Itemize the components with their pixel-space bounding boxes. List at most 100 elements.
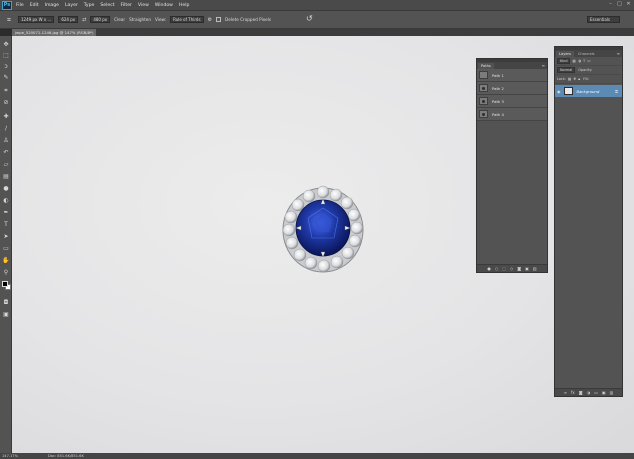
filter-adjust-icon[interactable]: ◑ xyxy=(578,59,581,63)
straighten-button[interactable]: Straighten xyxy=(129,17,151,22)
new-layer-icon[interactable]: ▣ xyxy=(602,390,606,395)
menu-bar: Ps File Edit Image Layer Type Select Fil… xyxy=(0,0,634,11)
path-thumbnail xyxy=(479,97,488,105)
tab-paths[interactable]: Paths xyxy=(478,62,494,69)
filter-type-icon[interactable]: T xyxy=(583,59,585,63)
path-item-4[interactable]: Path 4 xyxy=(477,108,547,121)
menu-help[interactable]: Help xyxy=(179,3,189,8)
make-path-icon[interactable]: ◇ xyxy=(510,266,513,271)
add-mask-icon[interactable]: ◙ xyxy=(579,390,583,395)
layer-style-icon[interactable]: fx xyxy=(571,390,575,395)
path-item-3[interactable]: Path 3 xyxy=(477,95,547,108)
move-icon[interactable]: ✥ xyxy=(1,40,11,49)
swap-icon[interactable]: ⇄ xyxy=(82,17,86,23)
status-bar: 147.17% Doc: 851.6K/851.6K xyxy=(0,453,634,459)
stamp-icon[interactable]: ♙ xyxy=(1,136,11,145)
close-button[interactable]: ✕ xyxy=(625,1,632,8)
clear-button[interactable]: Clear xyxy=(114,17,125,22)
menu-type[interactable]: Type xyxy=(84,3,95,8)
group-icon[interactable]: ▭ xyxy=(594,390,598,395)
filter-kind-dropdown[interactable]: Kind xyxy=(557,58,571,64)
foreground-color-swatch[interactable] xyxy=(2,281,8,287)
panel-menu-icon[interactable]: ≡ xyxy=(542,62,545,69)
minimize-button[interactable]: – xyxy=(607,1,614,8)
path-name: Path 3 xyxy=(492,98,504,104)
new-path-icon[interactable]: ▣ xyxy=(525,266,529,271)
lock-all-icon[interactable]: 🔒︎ xyxy=(578,77,580,81)
hand-icon[interactable]: ✋ xyxy=(1,256,11,265)
dodge-icon[interactable]: ◐ xyxy=(1,196,11,205)
path-item-1[interactable]: Path 1 xyxy=(477,69,547,82)
menu-window[interactable]: Window xyxy=(155,3,173,8)
crop-icon[interactable]: ⌗ xyxy=(4,15,14,25)
fill-path-icon[interactable]: ● xyxy=(487,266,491,271)
path-item-2[interactable]: Path 2 xyxy=(477,82,547,95)
delete-cropped-checkbox[interactable] xyxy=(216,17,222,22)
brush-icon[interactable]: ∕ xyxy=(1,124,11,133)
blend-mode-dropdown[interactable]: Normal xyxy=(557,67,576,73)
crop-tool-icon[interactable]: ⌗ xyxy=(1,86,11,95)
eraser-icon[interactable]: ▱ xyxy=(1,160,11,169)
gear-icon[interactable]: ⚙ xyxy=(208,17,212,23)
layer-row-background[interactable]: ◉ Background ⚿ xyxy=(555,85,622,97)
ratio-dropdown[interactable]: 1249 px W x ... xyxy=(18,16,55,23)
marquee-icon[interactable]: ⬚ xyxy=(1,51,11,60)
height-field[interactable]: 480 px xyxy=(90,16,111,23)
visibility-eye-icon[interactable]: ◉ xyxy=(557,89,561,94)
maximize-button[interactable]: □ xyxy=(616,1,623,8)
quick-mask-icon[interactable]: ◘ xyxy=(1,298,11,307)
healing-icon[interactable]: ✚ xyxy=(1,112,11,121)
photoshop-logo: Ps xyxy=(2,0,12,10)
overlay-dropdown[interactable]: Rule of Thirds xyxy=(170,16,204,23)
history-brush-icon[interactable]: ↶ xyxy=(1,148,11,157)
load-selection-icon[interactable]: ⬚ xyxy=(502,266,506,271)
trash-icon[interactable]: ▥ xyxy=(533,266,537,271)
layers-panel: Layers Channels ≡ Kind ▦ ◑ T ▭ Normal Op… xyxy=(554,46,623,397)
reset-icon[interactable]: ↺ xyxy=(306,14,313,23)
workspace-dropdown[interactable]: Essentials xyxy=(587,16,620,23)
stroke-path-icon[interactable]: ○ xyxy=(495,266,499,271)
layer-name: Background xyxy=(576,88,600,94)
menu-filter[interactable]: Filter xyxy=(121,3,132,8)
document-tab[interactable]: jwpe_520071-1246.jpg @ 147% (RGB/8*) xyxy=(12,29,96,36)
quick-select-icon[interactable]: ✎ xyxy=(1,73,11,82)
menu-select[interactable]: Select xyxy=(100,3,114,8)
lock-position-icon[interactable]: ✥ xyxy=(573,77,576,81)
width-field[interactable]: 624 px xyxy=(58,16,79,23)
paths-panel-footer: ● ○ ⬚ ◇ ◙ ▣ ▥ xyxy=(477,264,547,272)
lock-pixels-icon[interactable]: ▦ xyxy=(568,77,571,81)
tab-layers[interactable]: Layers xyxy=(556,50,574,57)
trash-icon[interactable]: ▥ xyxy=(610,390,614,395)
screen-mode-icon[interactable]: ▣ xyxy=(1,310,11,319)
menu-image[interactable]: Image xyxy=(45,3,59,8)
shape-icon[interactable]: ▭ xyxy=(1,244,11,253)
paths-panel: Paths ≡ Path 1 Path 2 Path 3 Path 4 ● ○ … xyxy=(476,58,548,273)
menu-file[interactable]: File xyxy=(16,3,24,8)
blur-icon[interactable]: ● xyxy=(1,184,11,193)
adjustment-layer-icon[interactable]: ◑ xyxy=(587,390,591,395)
panel-menu-icon[interactable]: ≡ xyxy=(617,50,620,57)
menu-layer[interactable]: Layer xyxy=(65,3,78,8)
delete-cropped-label: Delete Cropped Pixels xyxy=(225,17,272,22)
path-thumbnail xyxy=(479,71,488,79)
menu-edit[interactable]: Edit xyxy=(30,3,39,8)
filter-shape-icon[interactable]: ▭ xyxy=(587,59,590,63)
type-icon[interactable]: T xyxy=(1,220,11,229)
link-layers-icon[interactable]: ∞ xyxy=(564,390,567,395)
eyedropper-icon[interactable]: ⊘ xyxy=(1,98,11,107)
menu-view[interactable]: View xyxy=(138,3,149,8)
filter-pixel-icon[interactable]: ▦ xyxy=(572,59,575,63)
zoom-icon[interactable]: ⚲ xyxy=(1,268,11,277)
gradient-icon[interactable]: ▤ xyxy=(1,172,11,181)
zoom-readout[interactable]: 147.17% xyxy=(2,453,18,459)
add-mask-icon[interactable]: ◙ xyxy=(517,266,521,271)
lasso-icon[interactable]: ↄ xyxy=(1,62,11,71)
lock-row: Lock: ▦ ✥ 🔒︎ Fill: xyxy=(555,75,622,84)
tools-panel: ✥ ⬚ ↄ ✎ ⌗ ⊘ ✚ ∕ ♙ ↶ ▱ ▤ ● ◐ ✒ T ➤ ▭ ✋ ⚲ … xyxy=(0,36,12,454)
tab-channels[interactable]: Channels xyxy=(575,51,598,57)
sapphire-ring-image xyxy=(282,185,364,273)
layer-lock-icon: ⚿ xyxy=(614,88,618,94)
path-select-icon[interactable]: ➤ xyxy=(1,232,11,241)
layers-panel-footer: ∞ fx ◙ ◑ ▭ ▣ ▥ xyxy=(555,388,622,396)
pen-icon[interactable]: ✒ xyxy=(1,208,11,217)
